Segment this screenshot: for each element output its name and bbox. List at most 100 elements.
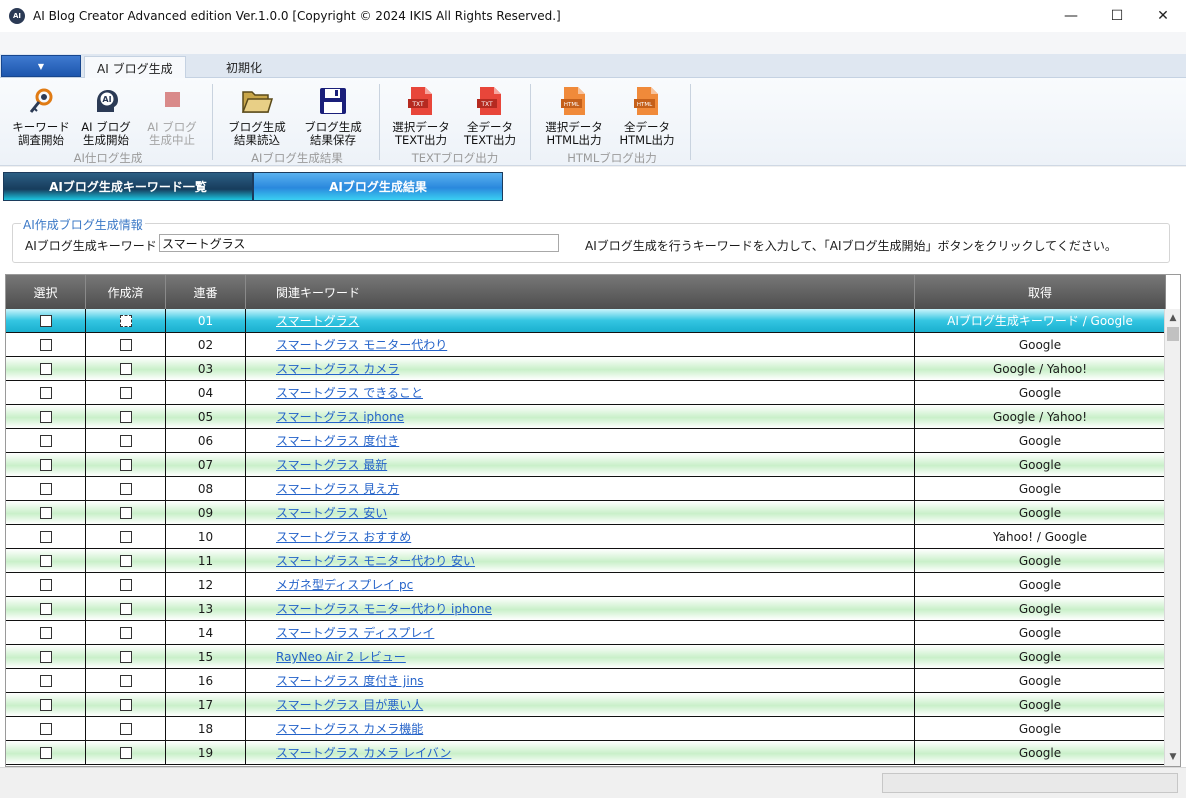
created-checkbox[interactable] — [119, 602, 132, 615]
table-row[interactable]: 07 スマートグラス 最新 Google — [6, 453, 1166, 477]
ai-blog-generate-start-button[interactable]: AI AI ブログ 生成開始 — [76, 84, 136, 147]
header-number[interactable]: 連番 — [166, 275, 246, 309]
select-checkbox[interactable] — [39, 602, 52, 615]
select-checkbox[interactable] — [39, 554, 52, 567]
created-checkbox[interactable] — [119, 338, 132, 351]
created-checkbox[interactable] — [119, 386, 132, 399]
table-row[interactable]: 11 スマートグラス モニター代わり 安い Google — [6, 549, 1166, 573]
select-checkbox[interactable] — [39, 698, 52, 711]
related-keyword-link[interactable]: スマートグラス 度付き jins — [276, 672, 424, 689]
related-keyword-link[interactable]: メガネ型ディスプレイ pc — [276, 576, 413, 593]
created-checkbox[interactable] — [119, 506, 132, 519]
table-row[interactable]: 15 RayNeo Air 2 レビュー Google — [6, 645, 1166, 669]
related-keyword-link[interactable]: スマートグラス iphone — [276, 408, 404, 425]
select-checkbox[interactable] — [39, 386, 52, 399]
keyword-research-start-button[interactable]: キーワード 調査開始 — [11, 84, 71, 147]
select-checkbox[interactable] — [39, 458, 52, 471]
scroll-thumb[interactable] — [1167, 327, 1179, 341]
related-keyword-link[interactable]: スマートグラス モニター代わり 安い — [276, 552, 475, 569]
application-menu-button[interactable]: ▼ — [1, 55, 81, 77]
header-source[interactable]: 取得 — [915, 275, 1166, 309]
select-checkbox[interactable] — [39, 434, 52, 447]
created-checkbox[interactable] — [119, 626, 132, 639]
select-checkbox[interactable] — [39, 482, 52, 495]
tab-keyword-list[interactable]: AIブログ生成キーワード一覧 — [3, 172, 253, 201]
select-checkbox[interactable] — [39, 722, 52, 735]
created-checkbox[interactable] — [119, 674, 132, 687]
table-row[interactable]: 12 メガネ型ディスプレイ pc Google — [6, 573, 1166, 597]
select-checkbox[interactable] — [39, 314, 52, 327]
table-row[interactable]: 05 スマートグラス iphone Google / Yahoo! — [6, 405, 1166, 429]
select-checkbox[interactable] — [39, 338, 52, 351]
header-created[interactable]: 作成済 — [86, 275, 166, 309]
related-keyword-link[interactable]: スマートグラス カメラ — [276, 360, 399, 377]
header-select[interactable]: 選択 — [6, 275, 86, 309]
table-row[interactable]: 03 スマートグラス カメラ Google / Yahoo! — [6, 357, 1166, 381]
created-checkbox[interactable] — [119, 554, 132, 567]
keyword-input[interactable] — [159, 234, 559, 252]
table-row[interactable]: 08 スマートグラス 見え方 Google — [6, 477, 1166, 501]
table-row[interactable]: 04 スマートグラス できること Google — [6, 381, 1166, 405]
export-all-html-button[interactable]: HTML 全データ HTML出力 — [617, 84, 677, 147]
header-related-keyword[interactable]: 関連キーワード — [246, 275, 915, 309]
created-checkbox[interactable] — [119, 722, 132, 735]
minimize-button[interactable]: — — [1048, 0, 1094, 32]
related-keyword-link[interactable]: スマートグラス おすすめ — [276, 528, 411, 545]
ai-blog-generate-stop-button[interactable]: AI ブログ 生成中止 — [142, 84, 202, 147]
created-checkbox[interactable] — [119, 530, 132, 543]
related-keyword-link[interactable]: スマートグラス 度付き — [276, 432, 399, 449]
table-row[interactable]: 06 スマートグラス 度付き Google — [6, 429, 1166, 453]
scroll-down-icon[interactable]: ▼ — [1165, 748, 1180, 766]
table-row[interactable]: 10 スマートグラス おすすめ Yahoo! / Google — [6, 525, 1166, 549]
table-row[interactable]: 01 スマートグラス AIブログ生成キーワード / Google — [6, 309, 1166, 333]
select-checkbox[interactable] — [39, 530, 52, 543]
save-results-button[interactable]: ブログ生成 結果保存 — [303, 84, 363, 147]
created-checkbox[interactable] — [119, 362, 132, 375]
related-keyword-link[interactable]: RayNeo Air 2 レビュー — [276, 648, 406, 665]
select-checkbox[interactable] — [39, 362, 52, 375]
tab-initialize[interactable]: 初期化 — [214, 56, 274, 79]
table-row[interactable]: 13 スマートグラス モニター代わり iphone Google — [6, 597, 1166, 621]
created-checkbox[interactable] — [119, 482, 132, 495]
created-checkbox[interactable] — [119, 578, 132, 591]
created-checkbox[interactable] — [119, 746, 132, 759]
select-checkbox[interactable] — [39, 674, 52, 687]
tab-ai-blog-generation[interactable]: AI ブログ生成 — [84, 56, 186, 79]
related-keyword-link[interactable]: スマートグラス カメラ レイバン — [276, 744, 451, 761]
created-checkbox[interactable] — [119, 458, 132, 471]
table-row[interactable]: 09 スマートグラス 安い Google — [6, 501, 1166, 525]
table-row[interactable]: 19 スマートグラス カメラ レイバン Google — [6, 741, 1166, 765]
table-row[interactable]: 16 スマートグラス 度付き jins Google — [6, 669, 1166, 693]
load-results-button[interactable]: ブログ生成 結果読込 — [227, 84, 287, 147]
select-checkbox[interactable] — [39, 650, 52, 663]
table-row[interactable]: 02 スマートグラス モニター代わり Google — [6, 333, 1166, 357]
related-keyword-link[interactable]: スマートグラス 安い — [276, 504, 387, 521]
vertical-scrollbar[interactable]: ▲ ▼ — [1164, 309, 1180, 766]
created-checkbox[interactable] — [119, 410, 132, 423]
related-keyword-link[interactable]: スマートグラス — [276, 312, 359, 329]
related-keyword-link[interactable]: スマートグラス カメラ機能 — [276, 720, 423, 737]
close-button[interactable]: ✕ — [1140, 0, 1186, 32]
created-checkbox[interactable] — [119, 314, 132, 327]
related-keyword-link[interactable]: スマートグラス モニター代わり iphone — [276, 600, 492, 617]
export-selected-text-button[interactable]: TXT 選択データ TEXT出力 — [391, 84, 451, 147]
select-checkbox[interactable] — [39, 746, 52, 759]
created-checkbox[interactable] — [119, 698, 132, 711]
related-keyword-link[interactable]: スマートグラス 目が悪い人 — [276, 696, 423, 713]
table-row[interactable]: 18 スマートグラス カメラ機能 Google — [6, 717, 1166, 741]
related-keyword-link[interactable]: スマートグラス できること — [276, 384, 423, 401]
select-checkbox[interactable] — [39, 578, 52, 591]
export-all-text-button[interactable]: TXT 全データ TEXT出力 — [460, 84, 520, 147]
related-keyword-link[interactable]: スマートグラス 見え方 — [276, 480, 399, 497]
related-keyword-link[interactable]: スマートグラス ディスプレイ — [276, 624, 434, 641]
created-checkbox[interactable] — [119, 650, 132, 663]
related-keyword-link[interactable]: スマートグラス モニター代わり — [276, 336, 447, 353]
created-checkbox[interactable] — [119, 434, 132, 447]
table-row[interactable]: 14 スマートグラス ディスプレイ Google — [6, 621, 1166, 645]
tab-generation-results[interactable]: AIブログ生成結果 — [253, 172, 503, 201]
maximize-button[interactable]: ☐ — [1094, 0, 1140, 32]
select-checkbox[interactable] — [39, 626, 52, 639]
select-checkbox[interactable] — [39, 410, 52, 423]
table-row[interactable]: 17 スマートグラス 目が悪い人 Google — [6, 693, 1166, 717]
select-checkbox[interactable] — [39, 506, 52, 519]
